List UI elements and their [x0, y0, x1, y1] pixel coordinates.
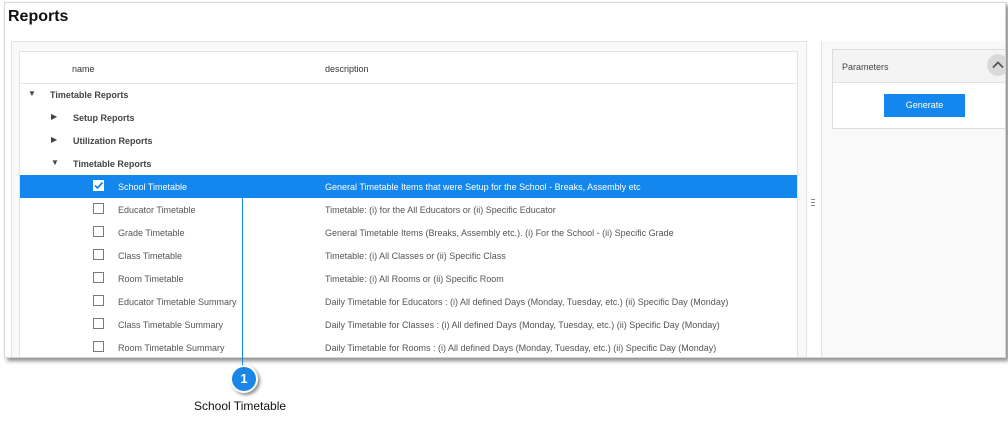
report-row-class-timetable[interactable]: Class Timetable Timetable: (i) All Class…: [20, 244, 797, 267]
tree-node-timetable-reports-root[interactable]: ▼ Timetable Reports: [20, 83, 797, 106]
parameters-title: Parameters: [842, 62, 889, 72]
caret-right-icon[interactable]: ▶: [51, 112, 57, 121]
report-row-educator-timetable[interactable]: Educator Timetable Timetable: (i) for th…: [20, 198, 797, 221]
tree-node-timetable-reports[interactable]: ▼ Timetable Reports: [20, 152, 797, 175]
generate-button[interactable]: Generate: [884, 94, 965, 117]
collapse-parameters-button[interactable]: [987, 54, 1005, 76]
tree-node-label: Timetable Reports: [73, 159, 152, 169]
caret-down-icon[interactable]: ▼: [51, 158, 59, 167]
report-checkbox[interactable]: [93, 226, 104, 237]
parameters-panel: Parameters Generate: [821, 41, 1005, 357]
report-row-room-timetable[interactable]: Room Timetable Timetable: (i) All Rooms …: [20, 267, 797, 290]
report-description: Timetable: (i) All Rooms or (ii) Specifi…: [325, 274, 504, 284]
report-description: Daily Timetable for Educators : (i) All …: [325, 297, 729, 307]
reports-tree-table: name description ▼ Timetable Reports ▶ S…: [19, 51, 798, 357]
report-description: Timetable: (i) All Classes or (ii) Speci…: [325, 251, 506, 261]
callout-badge: 1: [230, 365, 258, 393]
tree-node-setup-reports[interactable]: ▶ Setup Reports: [20, 106, 797, 129]
chevron-up-icon: [992, 61, 1004, 69]
reports-window: Reports name description ▼ Timetable Rep…: [4, 2, 1006, 358]
tree-node-label: Utilization Reports: [73, 136, 153, 146]
report-name: Educator Timetable Summary: [118, 297, 237, 307]
report-checkbox[interactable]: [93, 272, 104, 283]
report-description: Timetable: (i) for the All Educators or …: [325, 205, 556, 215]
callout-pointer-line: [242, 196, 243, 368]
column-header-name[interactable]: name: [72, 64, 95, 74]
parameters-header: Parameters: [833, 50, 1005, 83]
reports-panel: name description ▼ Timetable Reports ▶ S…: [11, 41, 807, 357]
report-checkbox[interactable]: [93, 180, 104, 191]
report-row-grade-timetable[interactable]: Grade Timetable General Timetable Items …: [20, 221, 797, 244]
report-name: School Timetable: [118, 182, 188, 192]
report-row-school-timetable[interactable]: School Timetable General Timetable Items…: [20, 175, 797, 198]
report-name: Room Timetable Summary: [118, 343, 225, 353]
report-description: General Timetable Items that were Setup …: [325, 182, 641, 192]
report-checkbox[interactable]: [93, 341, 104, 352]
report-description: Daily Timetable for Classes : (i) All de…: [325, 320, 720, 330]
page-title: Reports: [8, 8, 69, 25]
report-description: General Timetable Items (Breaks, Assembl…: [325, 228, 674, 238]
report-checkbox[interactable]: [93, 249, 104, 260]
tree-node-label: Setup Reports: [73, 113, 135, 123]
drag-handle-icon[interactable]: [811, 199, 816, 213]
caret-right-icon[interactable]: ▶: [51, 135, 57, 144]
tree-node-utilization-reports[interactable]: ▶ Utilization Reports: [20, 129, 797, 152]
report-row-class-timetable-summary[interactable]: Class Timetable Summary Daily Timetable …: [20, 313, 797, 336]
report-name: Class Timetable: [118, 251, 183, 261]
report-name: Educator Timetable: [118, 205, 196, 215]
tree-node-label: Timetable Reports: [50, 90, 129, 100]
report-row-educator-timetable-summary[interactable]: Educator Timetable Summary Daily Timetab…: [20, 290, 797, 313]
table-header: name description: [20, 52, 797, 84]
report-name: Class Timetable Summary: [118, 320, 224, 330]
parameters-box: Parameters Generate: [832, 49, 1005, 129]
report-checkbox[interactable]: [93, 203, 104, 214]
report-name: Grade Timetable: [118, 228, 185, 238]
report-name: Room Timetable: [118, 274, 184, 284]
report-checkbox[interactable]: [93, 318, 104, 329]
report-row-room-timetable-summary[interactable]: Room Timetable Summary Daily Timetable f…: [20, 336, 797, 357]
column-header-description[interactable]: description: [325, 64, 369, 74]
callout-caption: School Timetable: [194, 399, 287, 413]
caret-down-icon[interactable]: ▼: [28, 89, 36, 98]
report-description: Daily Timetable for Rooms : (i) All defi…: [325, 343, 717, 353]
checkmark-icon: [94, 181, 104, 190]
report-checkbox[interactable]: [93, 295, 104, 306]
